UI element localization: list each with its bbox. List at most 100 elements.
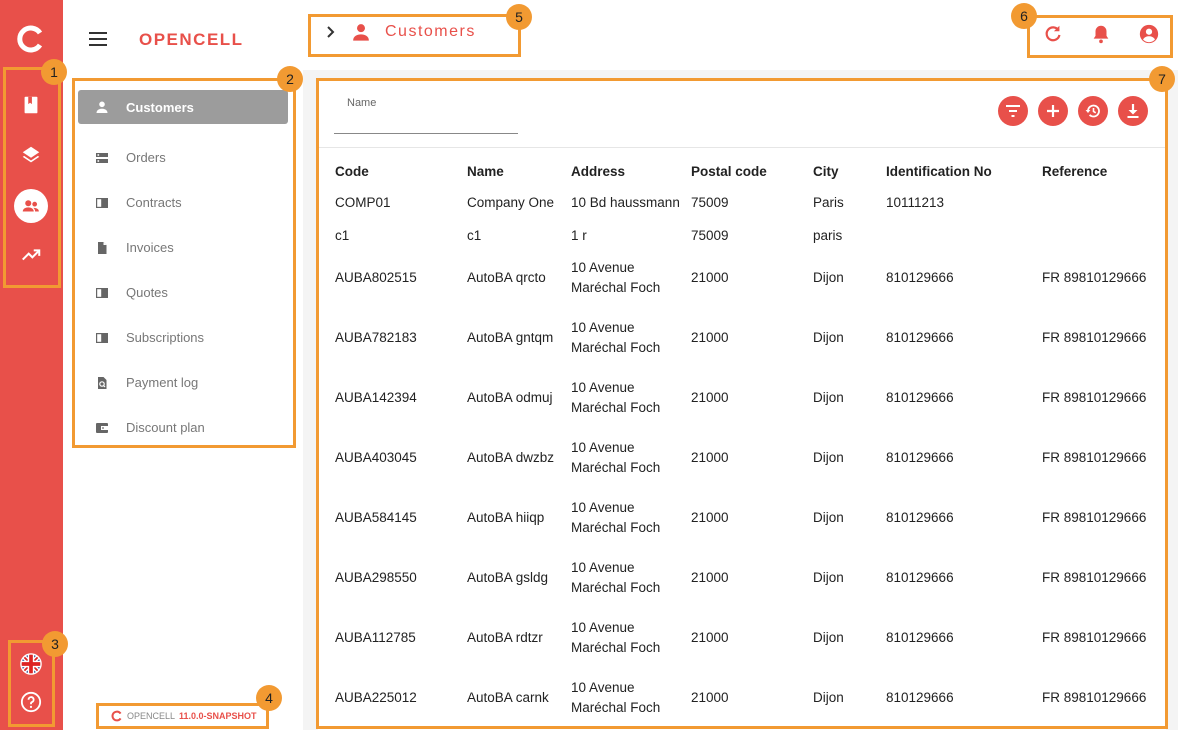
annotation-badge-4: 4	[256, 685, 282, 711]
table-row[interactable]: COMP01 Company One 10 Bd haussmann 75009 Par…	[335, 182, 1152, 224]
cell-reference: FR 89810129666	[1042, 330, 1147, 345]
cell-reference: FR 89810129666	[1042, 270, 1147, 285]
catalog-nav-button[interactable]	[14, 88, 48, 122]
table-row[interactable]: AUBA802515 AutoBA qrcto 10 Avenue Maréchal…	[335, 248, 1152, 308]
offers-nav-button[interactable]	[14, 138, 48, 172]
cell-identification-no: 810129666	[886, 510, 954, 525]
table-row[interactable]: AUBA782183 AutoBA gntqm 10 Avenue Maréchal…	[335, 308, 1152, 368]
table-row[interactable]: AUBA142394 AutoBA odmuj 10 Avenue Maréchal…	[335, 368, 1152, 428]
cell-address: 10 Avenue Maréchal Foch	[571, 440, 661, 475]
cell-address: 10 Avenue Maréchal Foch	[571, 560, 661, 595]
name-filter-input[interactable]	[347, 114, 507, 129]
language-button[interactable]	[14, 647, 48, 681]
quote-icon	[96, 287, 108, 298]
cell-reference: FR 89810129666	[1042, 510, 1147, 525]
cell-address: 1 r	[571, 228, 587, 243]
version-number: 11.0.0-SNAPSHOT	[179, 711, 257, 721]
version-footer: OPENCELL 11.0.0-SNAPSHOT	[111, 710, 257, 722]
reports-nav-button[interactable]	[14, 238, 48, 272]
menu-item-quotes[interactable]: Quotes	[78, 270, 288, 315]
cell-code: c1	[335, 228, 350, 243]
column-header-name[interactable]: Name	[467, 160, 571, 182]
header-actions	[1042, 23, 1160, 45]
cell-identification-no: 810129666	[886, 450, 954, 465]
cell-city: Dijon	[813, 450, 844, 465]
cell-city: Dijon	[813, 510, 844, 525]
notifications-button[interactable]	[1090, 23, 1112, 45]
column-header-city[interactable]: City	[813, 160, 886, 182]
chevron-right-icon[interactable]	[325, 25, 337, 39]
opencell-small-logo-icon	[111, 710, 122, 722]
top-header: Customers	[303, 0, 1178, 70]
cell-city: Paris	[813, 195, 844, 210]
list-actions	[998, 96, 1148, 126]
table-row[interactable]: AUBA403045 AutoBA dwzbz 10 Avenue Maréchal…	[335, 428, 1152, 488]
table-row[interactable]: AUBA112785 AutoBA rdtzr 10 Avenue Maréchal…	[335, 608, 1152, 668]
table-row[interactable]: AUBA584145 AutoBA hiiqp 10 Avenue Maréchal…	[335, 488, 1152, 548]
document-icon	[98, 241, 107, 254]
menu-item-payment-log[interactable]: Payment log	[78, 360, 288, 405]
annotation-badge-5: 5	[506, 4, 532, 30]
cell-address: 10 Avenue Maréchal Foch	[571, 620, 661, 655]
cell-postal-code: 21000	[691, 630, 729, 645]
cell-postal-code: 21000	[691, 330, 729, 345]
menu-item-contracts[interactable]: Contracts	[78, 180, 288, 225]
menu-item-invoices[interactable]: Invoices	[78, 225, 288, 270]
subscription-icon	[96, 332, 108, 343]
cell-reference: FR 89810129666	[1042, 390, 1147, 405]
account-button[interactable]	[1138, 23, 1160, 45]
cell-reference: FR 89810129666	[1042, 570, 1147, 585]
add-customer-button[interactable]	[1038, 96, 1068, 126]
column-header-address[interactable]: Address	[571, 160, 691, 182]
cell-address: 10 Bd haussmann	[571, 195, 680, 210]
refresh-button[interactable]	[1042, 23, 1064, 45]
column-header-identification-no[interactable]: Identification No	[886, 160, 1042, 182]
book-icon	[24, 96, 38, 114]
page-title: Customers	[385, 23, 476, 40]
bell-icon	[1093, 25, 1109, 44]
cell-code: AUBA403045	[335, 450, 417, 465]
opencell-logo-icon[interactable]	[16, 24, 46, 54]
contract-icon	[96, 197, 108, 208]
table-header-row: Code Name Address Postal code City Ident…	[335, 160, 1152, 182]
download-button[interactable]	[1118, 96, 1148, 126]
cell-reference	[1042, 182, 1152, 224]
table-row[interactable]: c1 c1 1 r 75009 paris	[335, 224, 1152, 248]
cell-city: paris	[813, 228, 843, 243]
hamburger-menu-icon[interactable]	[88, 29, 108, 49]
side-menu-header: OPENCELL	[63, 0, 303, 78]
account-circle-icon	[1139, 24, 1159, 44]
cell-address: 10 Avenue Maréchal Foch	[571, 380, 661, 415]
name-filter-label: Name	[347, 97, 377, 109]
customers-nav-button[interactable]	[14, 189, 48, 223]
menu-item-orders[interactable]: Orders	[78, 135, 288, 180]
refresh-icon	[1045, 25, 1061, 42]
cell-code: AUBA782183	[335, 330, 417, 345]
menu-item-discount-plan[interactable]: Discount plan	[78, 405, 288, 450]
table-row[interactable]: AUBA298550 AutoBA gsldg 10 Avenue Maréchal…	[335, 548, 1152, 608]
cell-identification-no: 810129666	[886, 570, 954, 585]
name-filter: Name	[334, 94, 518, 134]
column-header-reference[interactable]: Reference	[1042, 160, 1152, 182]
table-body: COMP01 Company One 10 Bd haussmann 75009 Par…	[335, 182, 1152, 728]
cell-identification-no: 810129666	[886, 330, 954, 345]
trending-up-icon	[22, 249, 41, 261]
cell-reference: FR 89810129666	[1042, 630, 1147, 645]
menu-item-customers[interactable]: Customers	[78, 90, 288, 124]
cell-name: AutoBA gntqm	[467, 330, 554, 345]
cell-reference: FR 89810129666	[1042, 450, 1147, 465]
cell-name: AutoBA hiiqp	[467, 510, 545, 525]
history-button[interactable]	[1078, 96, 1108, 126]
help-button[interactable]	[14, 685, 48, 719]
help-icon	[20, 691, 42, 713]
table-row[interactable]: AUBA225012 AutoBA carnk 10 Avenue Maréchal…	[335, 668, 1152, 728]
column-header-code[interactable]: Code	[335, 160, 467, 182]
orders-icon	[96, 152, 108, 163]
document-search-icon	[98, 376, 107, 389]
menu-item-subscriptions[interactable]: Subscriptions	[78, 315, 288, 360]
cell-postal-code: 21000	[691, 270, 729, 285]
customers-list-card: Name Code Name Address Postal code City …	[318, 80, 1166, 730]
filter-button[interactable]	[998, 96, 1028, 126]
cell-address: 10 Avenue Maréchal Foch	[571, 260, 661, 295]
column-header-postal-code[interactable]: Postal code	[691, 160, 813, 182]
